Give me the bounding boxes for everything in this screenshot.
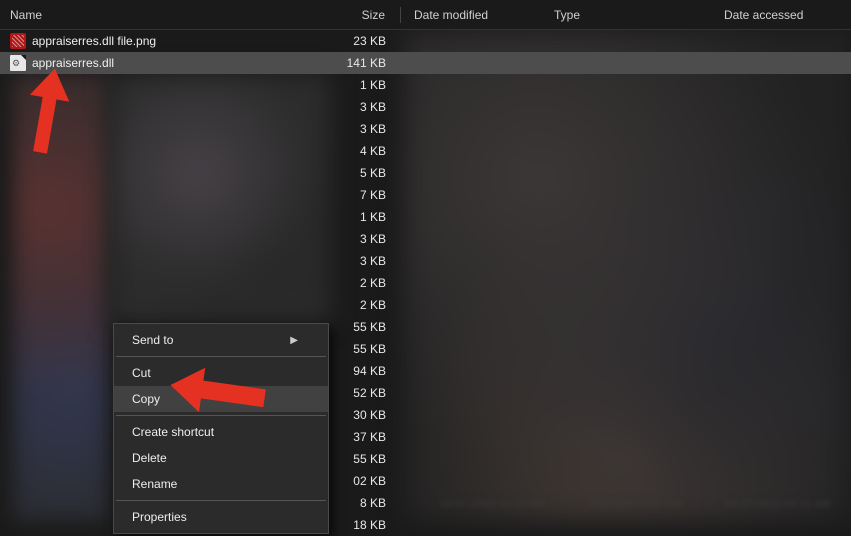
footer-date-left: 03-07-2021 02:21 AM	[440, 498, 546, 516]
file-size-cell: 23 KB	[328, 34, 404, 48]
menu-item-send-to[interactable]: Send to ▶	[114, 327, 328, 353]
blurred-sizes-column: 1 KB 3 KB 3 KB 4 KB 5 KB 7 KB 1 KB 3 KB …	[328, 74, 404, 536]
context-menu: Send to ▶ Cut Copy Create shortcut Delet…	[113, 323, 329, 534]
file-size-cell: 52 KB	[328, 382, 404, 404]
menu-item-create-shortcut[interactable]: Create shortcut	[114, 419, 328, 445]
file-size-cell: 55 KB	[328, 338, 404, 360]
menu-item-label: Create shortcut	[132, 425, 214, 439]
file-size-cell: 37 KB	[328, 426, 404, 448]
footer-type: IrfanView PNG File	[589, 498, 682, 516]
file-size-cell: 02 KB	[328, 470, 404, 492]
file-size-cell: 2 KB	[328, 272, 404, 294]
column-header-size[interactable]: Size	[328, 0, 404, 29]
menu-separator	[116, 356, 326, 357]
file-list-blurred-mid	[110, 74, 330, 324]
file-list: appraiserres.dll file.png 23 KB appraise…	[0, 30, 851, 74]
file-size-cell: 8 KB	[328, 492, 404, 514]
menu-item-cut[interactable]: Cut	[114, 360, 328, 386]
png-file-icon	[10, 33, 26, 49]
menu-item-label: Rename	[132, 477, 177, 491]
menu-separator	[116, 500, 326, 501]
file-size-cell: 3 KB	[328, 118, 404, 140]
file-name-cell: appraiserres.dll	[32, 56, 328, 70]
file-size-cell: 2 KB	[328, 294, 404, 316]
column-header-date-accessed[interactable]: Date accessed	[714, 0, 851, 29]
file-list-blurred-left	[13, 74, 108, 521]
file-size-cell: 30 KB	[328, 404, 404, 426]
file-size-cell: 55 KB	[328, 316, 404, 338]
file-size-cell: 1 KB	[328, 206, 404, 228]
menu-separator	[116, 415, 326, 416]
footer-date-right: 03-07-2021 02:21 AM	[725, 498, 831, 516]
file-size-cell: 3 KB	[328, 250, 404, 272]
menu-item-label: Properties	[132, 510, 187, 524]
menu-item-label: Copy	[132, 392, 160, 406]
menu-item-rename[interactable]: Rename	[114, 471, 328, 497]
chevron-right-icon: ▶	[290, 335, 298, 346]
menu-item-label: Cut	[132, 366, 151, 380]
file-size-cell: 1 KB	[328, 74, 404, 96]
menu-item-label: Send to	[132, 333, 173, 347]
column-header-type[interactable]: Type	[544, 0, 714, 29]
status-bar-blurred: 03-07-2021 02:21 AM IrfanView PNG File 0…	[440, 498, 831, 516]
file-size-cell: 3 KB	[328, 96, 404, 118]
table-row[interactable]: appraiserres.dll 141 KB	[0, 52, 851, 74]
menu-item-copy[interactable]: Copy	[114, 386, 328, 412]
column-header-row: Name Size Date modified Type Date access…	[0, 0, 851, 30]
dll-file-icon	[10, 55, 26, 71]
menu-item-properties[interactable]: Properties	[114, 504, 328, 530]
file-size-cell: 18 KB	[328, 514, 404, 536]
file-size-cell: 3 KB	[328, 228, 404, 250]
file-size-cell: 55 KB	[328, 448, 404, 470]
file-size-cell: 7 KB	[328, 184, 404, 206]
column-header-date-modified[interactable]: Date modified	[404, 0, 544, 29]
column-header-name[interactable]: Name	[0, 0, 328, 29]
file-size-cell: 94 KB	[328, 360, 404, 382]
file-size-cell: 4 KB	[328, 140, 404, 162]
file-name-cell: appraiserres.dll file.png	[32, 34, 328, 48]
menu-item-delete[interactable]: Delete	[114, 445, 328, 471]
table-row[interactable]: appraiserres.dll file.png 23 KB	[0, 30, 851, 52]
file-size-cell: 5 KB	[328, 162, 404, 184]
details-pane-blurred	[404, 30, 851, 521]
file-size-cell: 141 KB	[328, 56, 404, 70]
menu-item-label: Delete	[132, 451, 167, 465]
